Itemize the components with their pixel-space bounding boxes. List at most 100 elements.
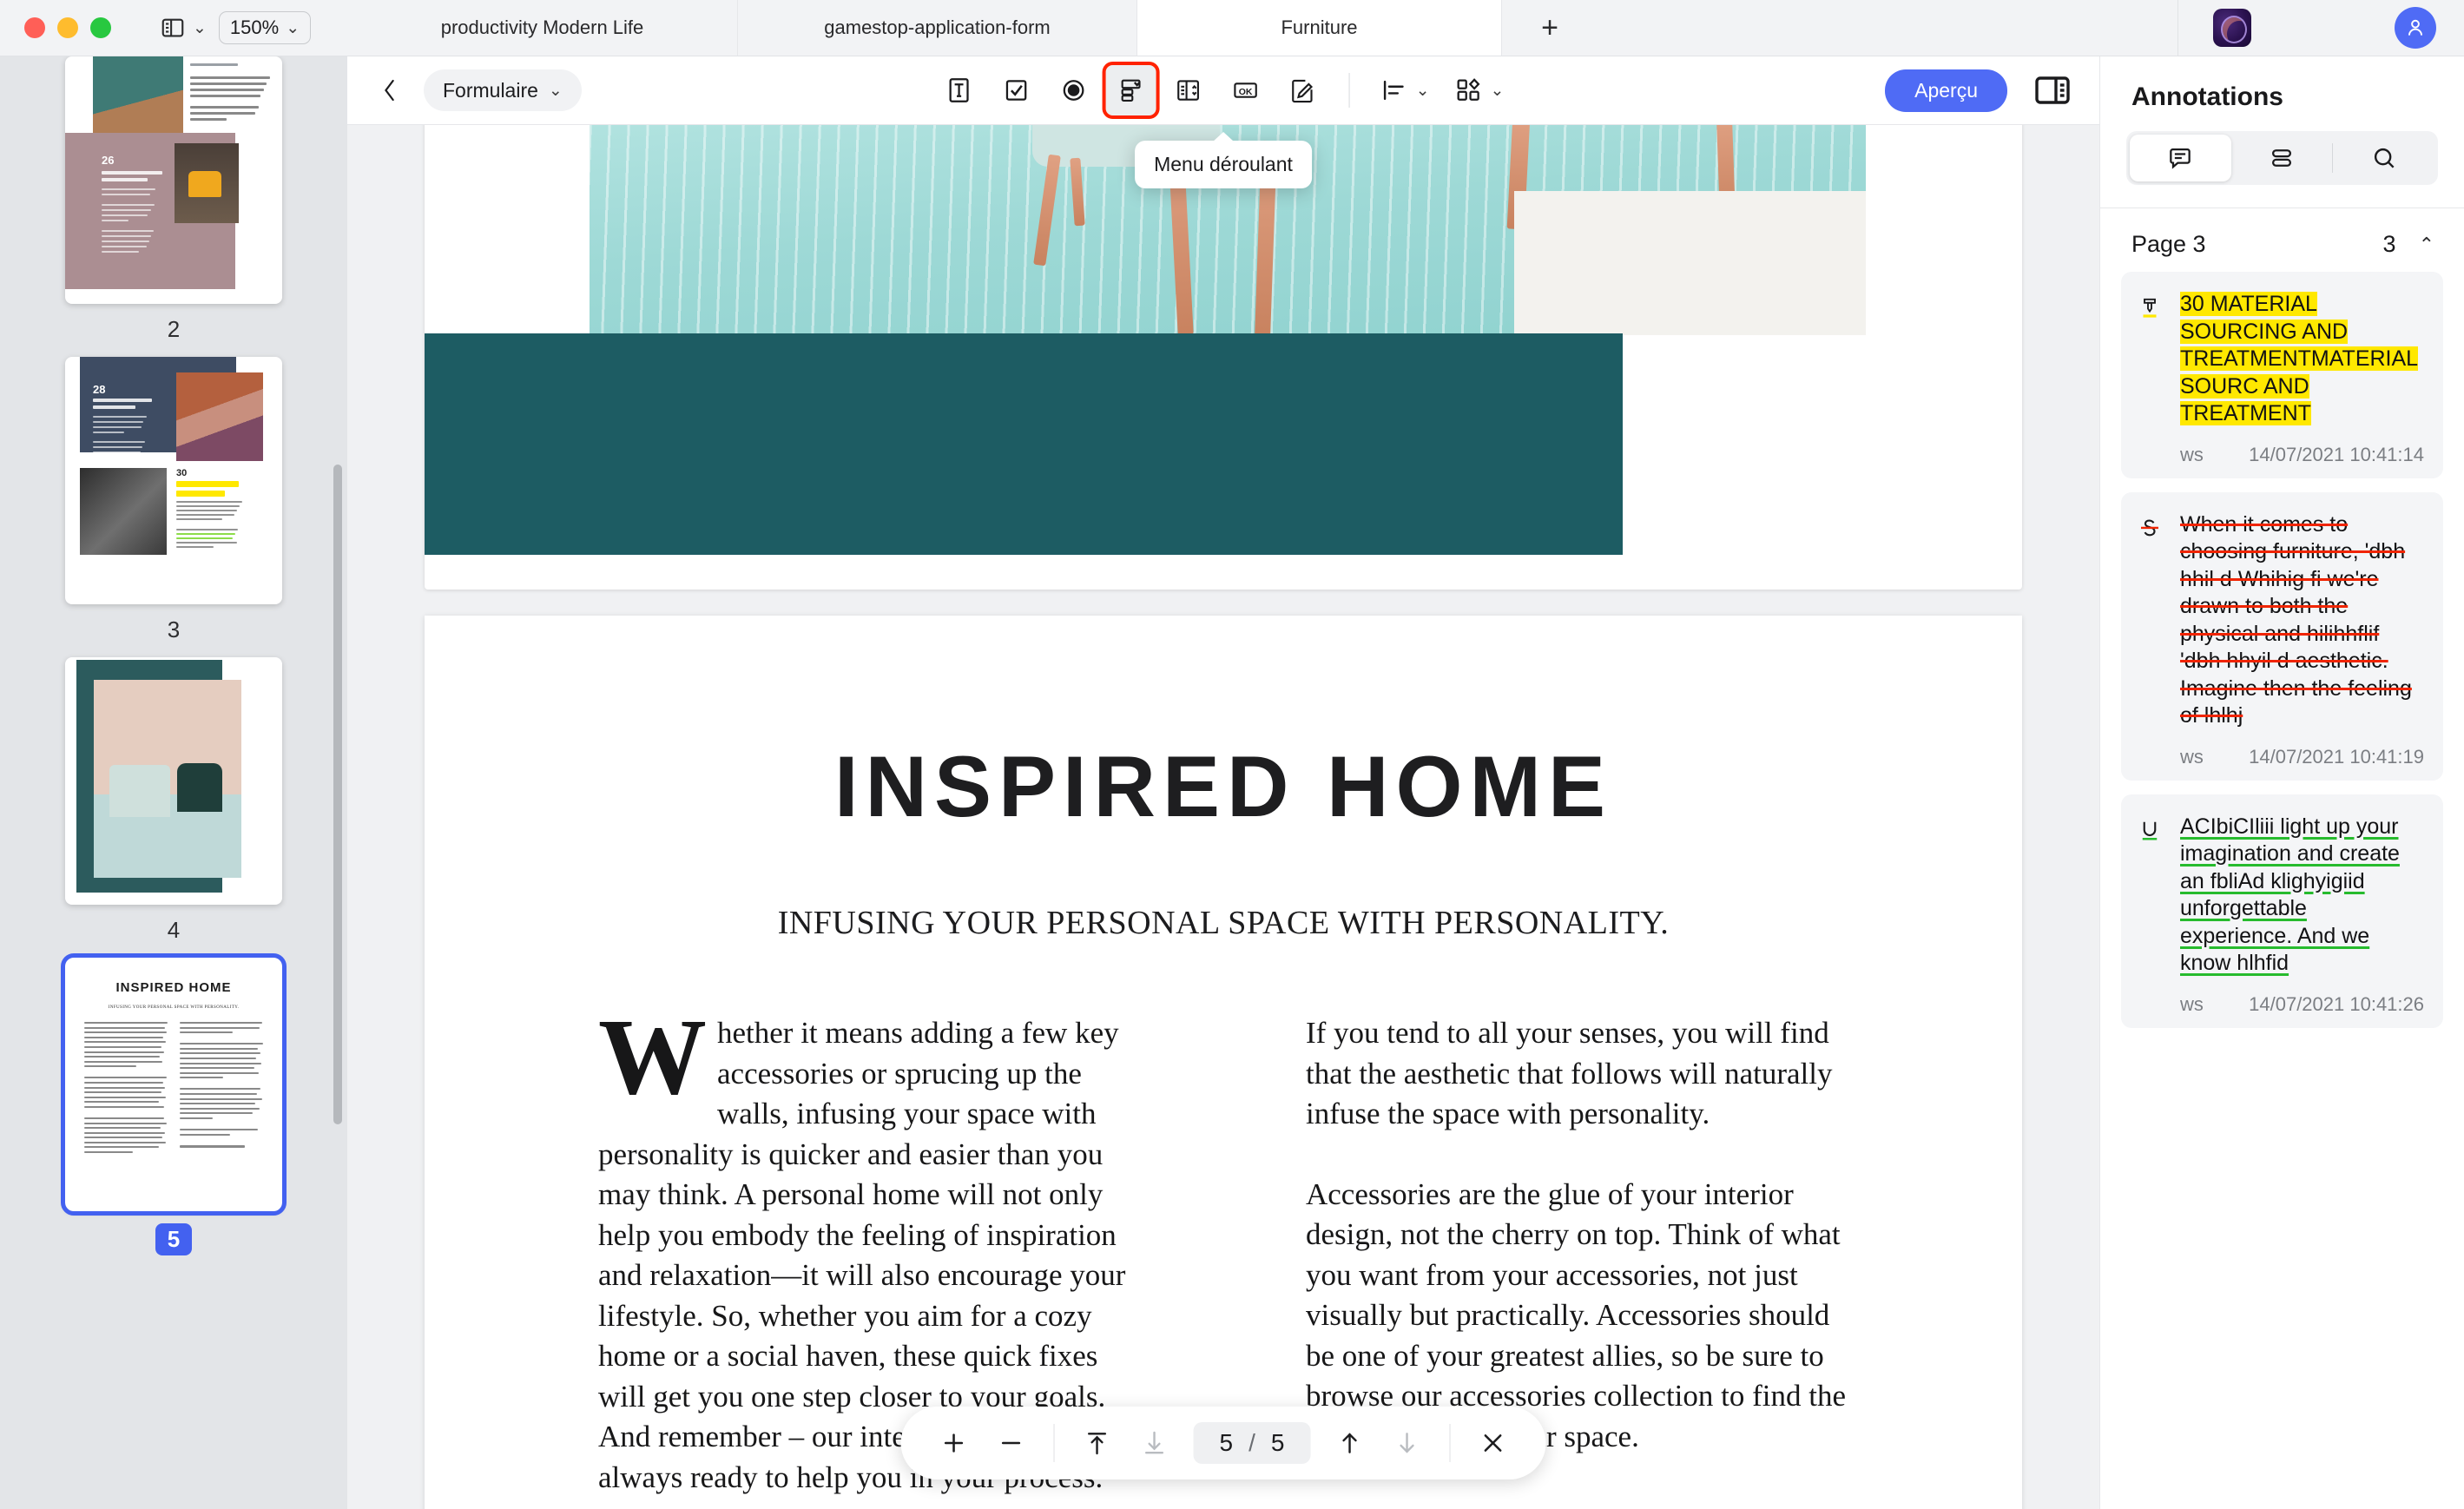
go-to-last-page-icon <box>1144 1431 1164 1454</box>
right-panel-toggle-button[interactable] <box>2032 69 2073 111</box>
annotation-body: When it comes to choosing furniture, 'db… <box>2180 511 2424 768</box>
ok-button-icon: OK <box>1234 82 1257 98</box>
tab-gamestop-application-form[interactable]: gamestop-application-form <box>738 0 1137 56</box>
checkbox-icon <box>1005 80 1027 101</box>
next-page-button[interactable] <box>1380 1416 1433 1470</box>
previous-page-button[interactable] <box>1322 1416 1376 1470</box>
thumbnail-page-4[interactable]: 4 <box>65 657 282 949</box>
go-to-first-page-button[interactable] <box>1071 1416 1124 1470</box>
dropdown-menu-tool-button[interactable] <box>1102 62 1160 119</box>
thumbnail-page-number: 4 <box>167 917 181 943</box>
user-avatar-button[interactable] <box>2395 7 2436 49</box>
annotation-group-header[interactable]: Page 3 3 ⌃ <box>2100 208 2464 272</box>
chevron-down-icon: ⌄ <box>193 18 207 37</box>
traffic-lights[interactable] <box>24 17 111 38</box>
annotations-comments-view-button[interactable] <box>2130 135 2231 181</box>
signature-tool-button[interactable] <box>1278 65 1328 115</box>
tab-strip: productivity Modern Life gamestop-applic… <box>347 0 2177 56</box>
checkbox-tool-button[interactable] <box>992 65 1042 115</box>
thumbnail-heading: INSPIRED HOME <box>115 980 232 995</box>
annotation-group-label: Page 3 <box>2131 231 2206 257</box>
preview-button[interactable]: Aperçu <box>1885 69 2007 112</box>
annotation-item-highlight[interactable]: 30 MATERIAL SOURCING AND TREATMENTMATERI… <box>2121 272 2443 478</box>
form-mode-selector[interactable]: Formulaire ⌄ <box>424 69 582 111</box>
annotation-author: ws <box>2180 443 2204 465</box>
title-bar: ⌄ 150% ⌄ productivity Modern Life gamest… <box>0 0 2464 56</box>
chevron-down-icon: ⌄ <box>548 81 563 100</box>
annotations-panel: Annotations Page 3 3 ⌃ 30 MATERIAL SOURC… <box>2099 56 2464 1509</box>
annotation-text: ACIbiCIliii light up your imagination an… <box>2180 814 2400 976</box>
chevron-left-icon <box>385 79 394 102</box>
align-tool-button[interactable]: ⌄ <box>1371 65 1439 115</box>
annotations-panel-title: Annotations <box>2131 82 2283 111</box>
thumbnail-page-3[interactable]: 28 30 3 <box>65 357 282 649</box>
main-body: 26 2 28 30 3 4 INSPIRED HOME INFUSING YO… <box>0 56 2464 1509</box>
tool-tooltip: Menu déroulant <box>1135 141 1312 188</box>
sidebar-toggle-button[interactable]: ⌄ <box>160 15 207 41</box>
chevron-up-icon[interactable]: ⌃ <box>2419 234 2434 256</box>
annotation-item-underline[interactable]: ACIbiCIliii light up your imagination an… <box>2121 794 2443 1028</box>
annotation-meta: ws 14/07/2021 10:41:26 <box>2180 993 2424 1016</box>
shapes-grid-icon <box>1457 78 1480 101</box>
page-indicator[interactable]: 5 / 5 <box>1193 1422 1311 1464</box>
annotations-search-button[interactable] <box>2333 135 2434 181</box>
annotations-view-switcher <box>2126 131 2438 185</box>
user-avatar-icon <box>2408 19 2423 36</box>
comment-bubble-icon <box>2170 148 2191 169</box>
thumbnail-scrollbar[interactable] <box>333 465 342 1124</box>
zoom-out-button[interactable] <box>985 1416 1038 1470</box>
close-page-toolbar-button[interactable] <box>1466 1416 1519 1470</box>
plus-icon: + <box>1541 10 1558 44</box>
thumbnail-scroll-area[interactable]: 26 2 28 30 3 4 INSPIRED HOME INFUSING YO… <box>0 56 347 1509</box>
previous-page-partial <box>425 125 2022 590</box>
radio-button-tool-button[interactable] <box>1049 65 1099 115</box>
page-navigation-toolbar: 5 / 5 <box>900 1407 1546 1479</box>
page-subtitle: INFUSING YOUR PERSONAL SPACE WITH PERSON… <box>777 905 1670 941</box>
go-to-last-page-button[interactable] <box>1128 1416 1182 1470</box>
thumbnail-image-selected: INSPIRED HOME INFUSING YOUR PERSONAL SPA… <box>61 953 287 1216</box>
maximize-window-button[interactable] <box>90 17 111 38</box>
text-field-tool-button[interactable] <box>934 65 985 115</box>
title-bar-right <box>2177 0 2464 56</box>
annotation-text: When it comes to choosing furniture, 'db… <box>2180 511 2412 728</box>
document-area: Formulaire ⌄ OK ⌄ ⌄ Aperçu Menu déroulan… <box>347 56 2099 1509</box>
thumbnail-page-2[interactable]: 26 2 <box>65 56 282 348</box>
tab-furniture[interactable]: Furniture <box>1137 0 1502 56</box>
stacked-list-icon <box>2271 149 2292 167</box>
annotation-body: ACIbiCIliii light up your imagination an… <box>2180 814 2424 1016</box>
close-window-button[interactable] <box>24 17 45 38</box>
annotation-item-strikeout[interactable]: When it comes to choosing furniture, 'db… <box>2121 491 2443 781</box>
arrow-up-icon <box>1342 1433 1357 1453</box>
shapes-tool-button[interactable]: ⌄ <box>1446 65 1513 115</box>
toolbar-right-group: Aperçu <box>1885 69 2099 112</box>
tab-label: productivity Modern Life <box>440 16 644 38</box>
zoom-in-button[interactable] <box>927 1416 981 1470</box>
zoom-level-selector[interactable]: 150% ⌄ <box>218 11 312 44</box>
chevron-down-icon: ⌄ <box>1415 81 1430 100</box>
annotation-author: ws <box>2180 745 2204 768</box>
annotation-meta: ws 14/07/2021 10:41:19 <box>2180 746 2424 768</box>
signature-icon <box>1292 79 1313 103</box>
list-box-tool-button[interactable] <box>1163 65 1214 115</box>
page-separator: / <box>1248 1429 1255 1456</box>
tab-label: gamestop-application-form <box>824 16 1051 38</box>
current-page-content: INSPIRED HOME INFUSING YOUR PERSONAL SPA… <box>425 616 2022 1509</box>
annotation-author: ws <box>2180 992 2204 1015</box>
close-icon <box>1484 1434 1502 1452</box>
new-tab-button[interactable]: + <box>1502 0 1598 56</box>
pdf-viewer[interactable]: Menu déroulant INSPIRED HOME INFUSING YO… <box>347 125 2099 1509</box>
tab-productivity-modern-life[interactable]: productivity Modern Life <box>347 0 738 56</box>
back-button[interactable] <box>370 70 410 110</box>
thumbnail-page-5[interactable]: INSPIRED HOME INFUSING YOUR PERSONAL SPA… <box>61 953 287 1261</box>
app-logo-icon <box>2213 9 2251 47</box>
app-window: ⌄ 150% ⌄ productivity Modern Life gamest… <box>0 0 2464 1509</box>
annotation-timestamp: 14/07/2021 10:41:14 <box>2249 443 2424 465</box>
minimize-window-button[interactable] <box>57 17 78 38</box>
list-box-icon <box>1177 80 1199 101</box>
ok-button-tool-button[interactable]: OK <box>1221 65 1271 115</box>
thumbnail-page-number-selected: 5 <box>155 1223 193 1255</box>
annotations-list-view-button[interactable] <box>2231 135 2333 181</box>
minus-icon <box>1001 1441 1021 1445</box>
align-left-icon <box>1383 80 1404 101</box>
highlighter-icon <box>2143 298 2157 318</box>
